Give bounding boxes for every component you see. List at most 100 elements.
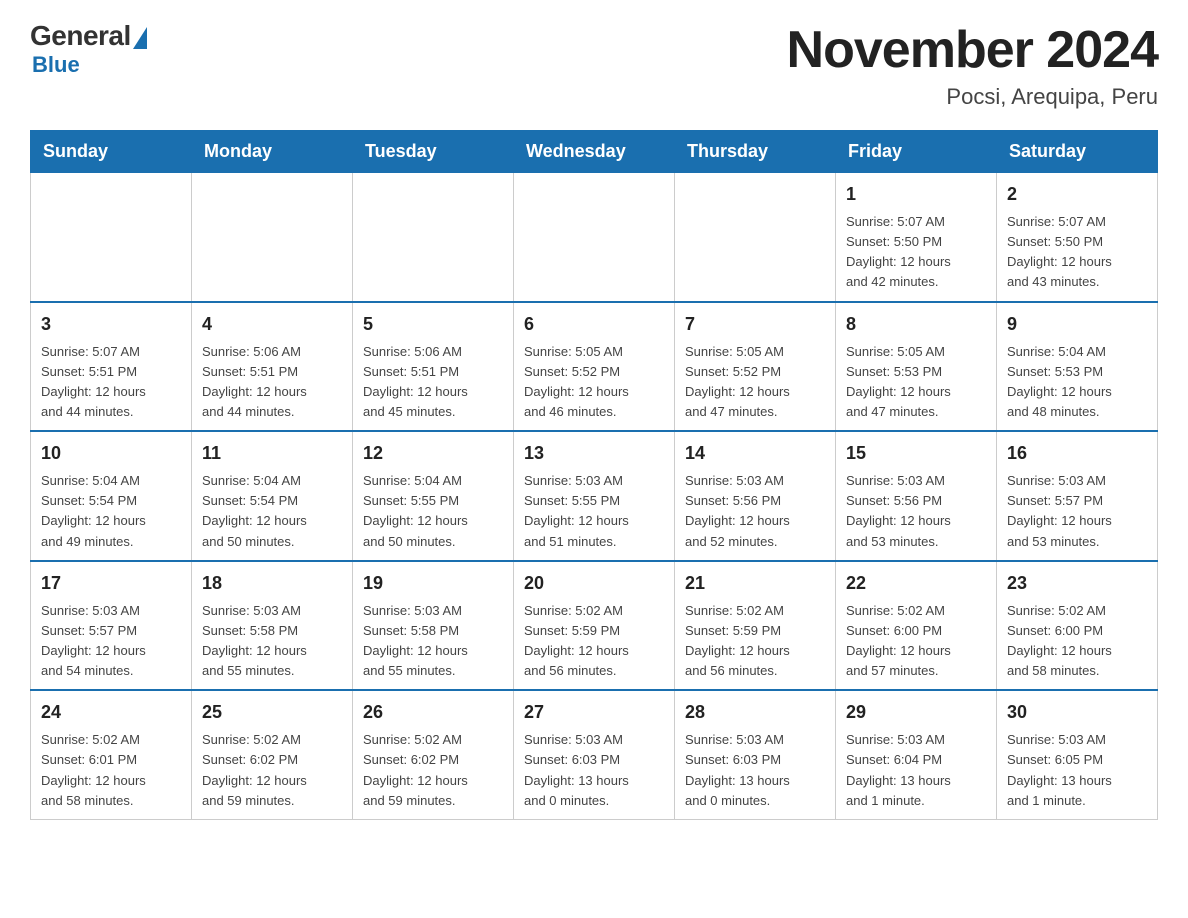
logo-general-text: General bbox=[30, 20, 131, 52]
day-info: Sunrise: 5:06 AM Sunset: 5:51 PM Dayligh… bbox=[202, 342, 342, 423]
title-area: November 2024 Pocsi, Arequipa, Peru bbox=[787, 20, 1158, 110]
calendar-cell: 1 Sunrise: 5:07 AM Sunset: 5:50 PM Daylig… bbox=[836, 173, 997, 302]
calendar-week-row-4: 17 Sunrise: 5:03 AM Sunset: 5:57 PM Dayli… bbox=[31, 561, 1158, 691]
day-number: 18 bbox=[202, 570, 342, 597]
day-number: 20 bbox=[524, 570, 664, 597]
calendar-cell: 20Sunrise: 5:02 AM Sunset: 5:59 PM Dayli… bbox=[514, 561, 675, 691]
day-number: 27 bbox=[524, 699, 664, 726]
day-number: 24 bbox=[41, 699, 181, 726]
day-info: Sunrise: 5:05 AM Sunset: 5:52 PM Dayligh… bbox=[685, 342, 825, 423]
day-info: Sunrise: 5:04 AM Sunset: 5:55 PM Dayligh… bbox=[363, 471, 503, 552]
day-info: Sunrise: 5:06 AM Sunset: 5:51 PM Dayligh… bbox=[363, 342, 503, 423]
weekday-header-row: SundayMondayTuesdayWednesdayThursdayFrid… bbox=[31, 131, 1158, 173]
day-number: 26 bbox=[363, 699, 503, 726]
calendar-week-row-1: 1 Sunrise: 5:07 AM Sunset: 5:50 PM Daylig… bbox=[31, 173, 1158, 302]
page-header: General Blue November 2024 Pocsi, Arequi… bbox=[30, 20, 1158, 110]
calendar-cell: 7 Sunrise: 5:05 AM Sunset: 5:52 PM Daylig… bbox=[675, 302, 836, 432]
day-info: Sunrise: 5:03 AM Sunset: 5:55 PM Dayligh… bbox=[524, 471, 664, 552]
weekday-header-friday: Friday bbox=[836, 131, 997, 173]
calendar-cell: 28Sunrise: 5:03 AM Sunset: 6:03 PM Dayli… bbox=[675, 690, 836, 819]
day-number: 16 bbox=[1007, 440, 1147, 467]
day-number: 14 bbox=[685, 440, 825, 467]
logo-blue-text: Blue bbox=[32, 52, 80, 78]
day-number: 2 bbox=[1007, 181, 1147, 208]
day-info: Sunrise: 5:02 AM Sunset: 5:59 PM Dayligh… bbox=[685, 601, 825, 682]
day-info: Sunrise: 5:03 AM Sunset: 6:05 PM Dayligh… bbox=[1007, 730, 1147, 811]
calendar-cell bbox=[31, 173, 192, 302]
day-number: 9 bbox=[1007, 311, 1147, 338]
day-info: Sunrise: 5:03 AM Sunset: 6:04 PM Dayligh… bbox=[846, 730, 986, 811]
day-info: Sunrise: 5:03 AM Sunset: 5:58 PM Dayligh… bbox=[363, 601, 503, 682]
day-info: Sunrise: 5:07 AM Sunset: 5:51 PM Dayligh… bbox=[41, 342, 181, 423]
calendar-cell: 2 Sunrise: 5:07 AM Sunset: 5:50 PM Daylig… bbox=[997, 173, 1158, 302]
calendar-cell: 24 Sunrise: 5:02 AM Sunset: 6:01 PM Dayli… bbox=[31, 690, 192, 819]
calendar-cell bbox=[675, 173, 836, 302]
day-info: Sunrise: 5:04 AM Sunset: 5:53 PM Dayligh… bbox=[1007, 342, 1147, 423]
calendar-cell: 25 Sunrise: 5:02 AM Sunset: 6:02 PM Dayli… bbox=[192, 690, 353, 819]
calendar-cell: 15 Sunrise: 5:03 AM Sunset: 5:56 PM Dayli… bbox=[836, 431, 997, 561]
calendar-week-row-2: 3 Sunrise: 5:07 AM Sunset: 5:51 PM Daylig… bbox=[31, 302, 1158, 432]
calendar-cell: 27 Sunrise: 5:03 AM Sunset: 6:03 PM Dayli… bbox=[514, 690, 675, 819]
calendar-cell: 18 Sunrise: 5:03 AM Sunset: 5:58 PM Dayli… bbox=[192, 561, 353, 691]
calendar-subtitle: Pocsi, Arequipa, Peru bbox=[787, 84, 1158, 110]
day-info: Sunrise: 5:02 AM Sunset: 6:01 PM Dayligh… bbox=[41, 730, 181, 811]
day-number: 10 bbox=[41, 440, 181, 467]
day-number: 17 bbox=[41, 570, 181, 597]
calendar-week-row-3: 10 Sunrise: 5:04 AM Sunset: 5:54 PM Dayli… bbox=[31, 431, 1158, 561]
weekday-header-saturday: Saturday bbox=[997, 131, 1158, 173]
weekday-header-monday: Monday bbox=[192, 131, 353, 173]
day-info: Sunrise: 5:03 AM Sunset: 6:03 PM Dayligh… bbox=[685, 730, 825, 811]
day-info: Sunrise: 5:05 AM Sunset: 5:53 PM Dayligh… bbox=[846, 342, 986, 423]
weekday-header-tuesday: Tuesday bbox=[353, 131, 514, 173]
day-number: 19 bbox=[363, 570, 503, 597]
day-info: Sunrise: 5:03 AM Sunset: 5:58 PM Dayligh… bbox=[202, 601, 342, 682]
day-info: Sunrise: 5:03 AM Sunset: 6:03 PM Dayligh… bbox=[524, 730, 664, 811]
day-number: 1 bbox=[846, 181, 986, 208]
day-number: 23 bbox=[1007, 570, 1147, 597]
calendar-cell bbox=[192, 173, 353, 302]
day-info: Sunrise: 5:02 AM Sunset: 6:02 PM Dayligh… bbox=[202, 730, 342, 811]
calendar-cell: 5 Sunrise: 5:06 AM Sunset: 5:51 PM Daylig… bbox=[353, 302, 514, 432]
calendar-cell: 16 Sunrise: 5:03 AM Sunset: 5:57 PM Dayli… bbox=[997, 431, 1158, 561]
day-info: Sunrise: 5:02 AM Sunset: 6:00 PM Dayligh… bbox=[1007, 601, 1147, 682]
logo-triangle-icon bbox=[133, 27, 147, 49]
day-number: 11 bbox=[202, 440, 342, 467]
day-info: Sunrise: 5:03 AM Sunset: 5:56 PM Dayligh… bbox=[846, 471, 986, 552]
calendar-cell bbox=[514, 173, 675, 302]
calendar-cell: 14 Sunrise: 5:03 AM Sunset: 5:56 PM Dayli… bbox=[675, 431, 836, 561]
calendar-cell: 3 Sunrise: 5:07 AM Sunset: 5:51 PM Daylig… bbox=[31, 302, 192, 432]
weekday-header-wednesday: Wednesday bbox=[514, 131, 675, 173]
calendar-cell: 26Sunrise: 5:02 AM Sunset: 6:02 PM Dayli… bbox=[353, 690, 514, 819]
calendar-cell: 19 Sunrise: 5:03 AM Sunset: 5:58 PM Dayli… bbox=[353, 561, 514, 691]
day-number: 4 bbox=[202, 311, 342, 338]
day-info: Sunrise: 5:03 AM Sunset: 5:56 PM Dayligh… bbox=[685, 471, 825, 552]
calendar-cell: 13Sunrise: 5:03 AM Sunset: 5:55 PM Dayli… bbox=[514, 431, 675, 561]
calendar-cell: 6 Sunrise: 5:05 AM Sunset: 5:52 PM Daylig… bbox=[514, 302, 675, 432]
day-number: 25 bbox=[202, 699, 342, 726]
calendar-cell: 12Sunrise: 5:04 AM Sunset: 5:55 PM Dayli… bbox=[353, 431, 514, 561]
day-number: 15 bbox=[846, 440, 986, 467]
day-info: Sunrise: 5:07 AM Sunset: 5:50 PM Dayligh… bbox=[1007, 212, 1147, 293]
day-number: 5 bbox=[363, 311, 503, 338]
day-info: Sunrise: 5:03 AM Sunset: 5:57 PM Dayligh… bbox=[41, 601, 181, 682]
day-number: 7 bbox=[685, 311, 825, 338]
day-info: Sunrise: 5:05 AM Sunset: 5:52 PM Dayligh… bbox=[524, 342, 664, 423]
calendar-cell: 30Sunrise: 5:03 AM Sunset: 6:05 PM Dayli… bbox=[997, 690, 1158, 819]
day-number: 3 bbox=[41, 311, 181, 338]
day-number: 8 bbox=[846, 311, 986, 338]
day-info: Sunrise: 5:04 AM Sunset: 5:54 PM Dayligh… bbox=[202, 471, 342, 552]
day-number: 6 bbox=[524, 311, 664, 338]
calendar-cell: 29Sunrise: 5:03 AM Sunset: 6:04 PM Dayli… bbox=[836, 690, 997, 819]
calendar-cell: 10 Sunrise: 5:04 AM Sunset: 5:54 PM Dayli… bbox=[31, 431, 192, 561]
day-info: Sunrise: 5:07 AM Sunset: 5:50 PM Dayligh… bbox=[846, 212, 986, 293]
calendar-title: November 2024 bbox=[787, 20, 1158, 80]
calendar-cell: 21Sunrise: 5:02 AM Sunset: 5:59 PM Dayli… bbox=[675, 561, 836, 691]
calendar-cell: 11 Sunrise: 5:04 AM Sunset: 5:54 PM Dayli… bbox=[192, 431, 353, 561]
calendar-table: SundayMondayTuesdayWednesdayThursdayFrid… bbox=[30, 130, 1158, 820]
weekday-header-thursday: Thursday bbox=[675, 131, 836, 173]
day-info: Sunrise: 5:02 AM Sunset: 6:00 PM Dayligh… bbox=[846, 601, 986, 682]
calendar-cell: 9 Sunrise: 5:04 AM Sunset: 5:53 PM Daylig… bbox=[997, 302, 1158, 432]
day-info: Sunrise: 5:03 AM Sunset: 5:57 PM Dayligh… bbox=[1007, 471, 1147, 552]
calendar-cell: 17 Sunrise: 5:03 AM Sunset: 5:57 PM Dayli… bbox=[31, 561, 192, 691]
day-info: Sunrise: 5:04 AM Sunset: 5:54 PM Dayligh… bbox=[41, 471, 181, 552]
